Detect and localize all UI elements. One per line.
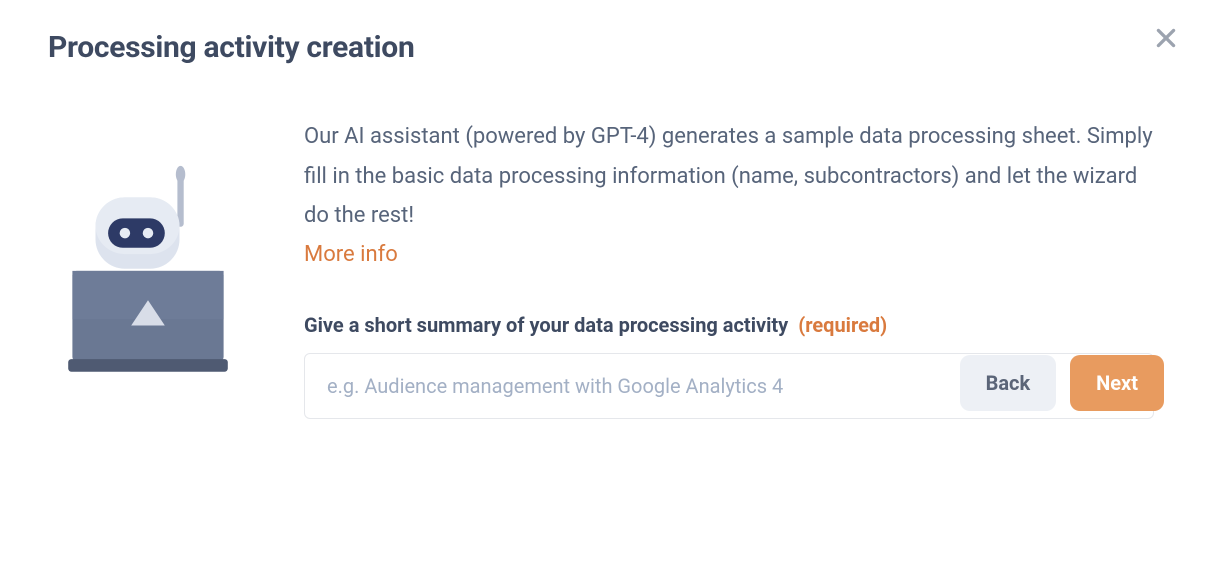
modal-processing-activity-creation: Processing activity creation <box>0 0 1212 449</box>
robot-illustration-column <box>48 117 248 419</box>
close-icon <box>1153 25 1179 51</box>
back-button[interactable]: Back <box>960 355 1057 411</box>
robot-icon <box>64 123 232 419</box>
page-title: Processing activity creation <box>48 30 1164 65</box>
field-label-row: Give a short summary of your data proces… <box>304 313 1154 337</box>
more-info-link[interactable]: More info <box>304 242 398 267</box>
close-button[interactable] <box>1152 24 1180 52</box>
footer-actions: Back Next <box>960 355 1164 411</box>
required-tag: (required) <box>798 313 887 337</box>
next-button[interactable]: Next <box>1070 355 1164 411</box>
description-text: Our AI assistant (powered by GPT-4) gene… <box>304 117 1154 236</box>
summary-field-label: Give a short summary of your data proces… <box>304 313 788 337</box>
